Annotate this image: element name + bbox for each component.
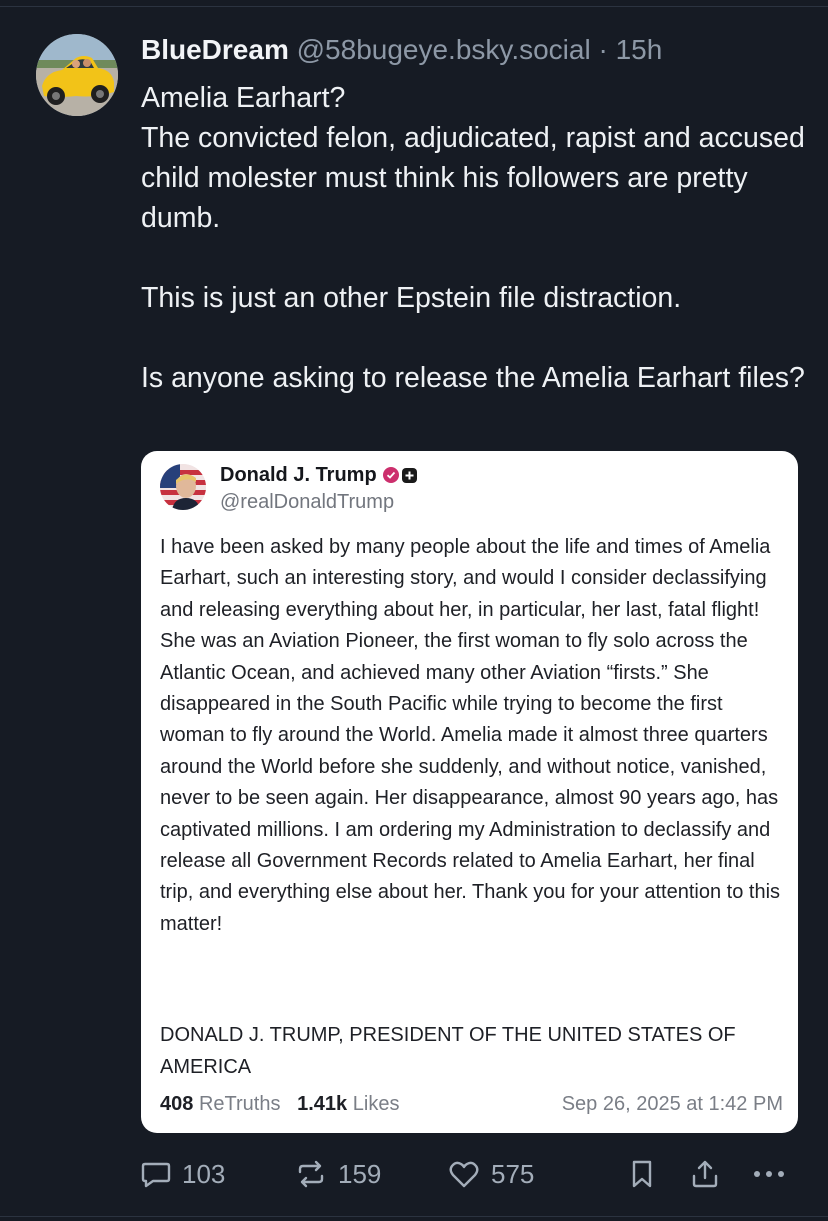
bottom-divider: [0, 1216, 828, 1217]
embed-body: I have been asked by many people about t…: [160, 536, 781, 935]
retruths-label: ReTruths: [198, 1093, 281, 1115]
embed-signature: DONALD J. TRUMP, PRESIDENT OF THE UNITED…: [160, 1024, 736, 1078]
like-count: 575: [491, 1158, 535, 1189]
top-divider: [0, 6, 828, 7]
post-header: BlueDream @58bugeye.bsky.social · 15h: [141, 30, 662, 70]
bookmark-icon: [627, 1158, 657, 1190]
more-options-button[interactable]: [751, 1150, 787, 1198]
repost-arrows-icon: [294, 1158, 328, 1190]
post-action-bar: 103 159 575: [0, 1150, 828, 1198]
author-handle[interactable]: @58bugeye.bsky.social: [297, 34, 591, 65]
author-avatar[interactable]: [36, 34, 118, 116]
embed-avatar: [160, 464, 206, 510]
embed-date: Sep 26, 2025 at 1:42 PM: [561, 1093, 783, 1115]
reply-button[interactable]: 103: [140, 1150, 225, 1198]
embed-author-handle: @realDonaldTrump: [220, 491, 395, 513]
like-button[interactable]: 575: [447, 1150, 534, 1198]
embed-likes-count: 1.41k: [297, 1093, 348, 1115]
bookmark-button[interactable]: [627, 1150, 657, 1198]
plus-badge-icon: [401, 467, 417, 483]
verified-check-icon: [382, 467, 399, 483]
post-line-distraction: This is just an other Epstein file distr…: [141, 282, 682, 314]
post-line-question: Amelia Earhart?: [141, 82, 346, 114]
post-line-asking: Is anyone asking to release the Amelia E…: [141, 362, 805, 394]
author-name[interactable]: BlueDream: [141, 34, 289, 65]
embed-name-row: Donald J. Trump: [220, 461, 417, 489]
retruths-count: 408: [160, 1093, 194, 1115]
embed-post-text: I have been asked by many people about t…: [160, 532, 784, 940]
repost-button[interactable]: 159: [294, 1150, 381, 1198]
post-line-statement: The convicted felon, adjudicated, rapist…: [141, 122, 805, 234]
embedded-post-image[interactable]: Donald J. Trump @realDonaldTrump I have …: [141, 451, 798, 1133]
header-separator: ·: [598, 34, 608, 65]
ellipsis-icon: [751, 1158, 787, 1190]
post-time[interactable]: 15h: [616, 34, 663, 65]
embed-author-name: Donald J. Trump: [220, 464, 377, 486]
repost-count: 159: [338, 1158, 382, 1189]
embed-likes-label: Likes: [352, 1093, 400, 1115]
embed-avatar-image: [160, 464, 206, 510]
heart-icon: [447, 1158, 481, 1190]
share-icon: [689, 1158, 721, 1190]
avatar-image: [36, 34, 118, 116]
reply-count: 103: [182, 1158, 226, 1189]
post-text: Amelia Earhart? The convicted felon, adj…: [141, 78, 811, 398]
embed-stats: 408 ReTruths 1.41k Likes: [160, 1090, 399, 1118]
speech-bubble-icon: [140, 1158, 172, 1190]
share-button[interactable]: [689, 1150, 721, 1198]
